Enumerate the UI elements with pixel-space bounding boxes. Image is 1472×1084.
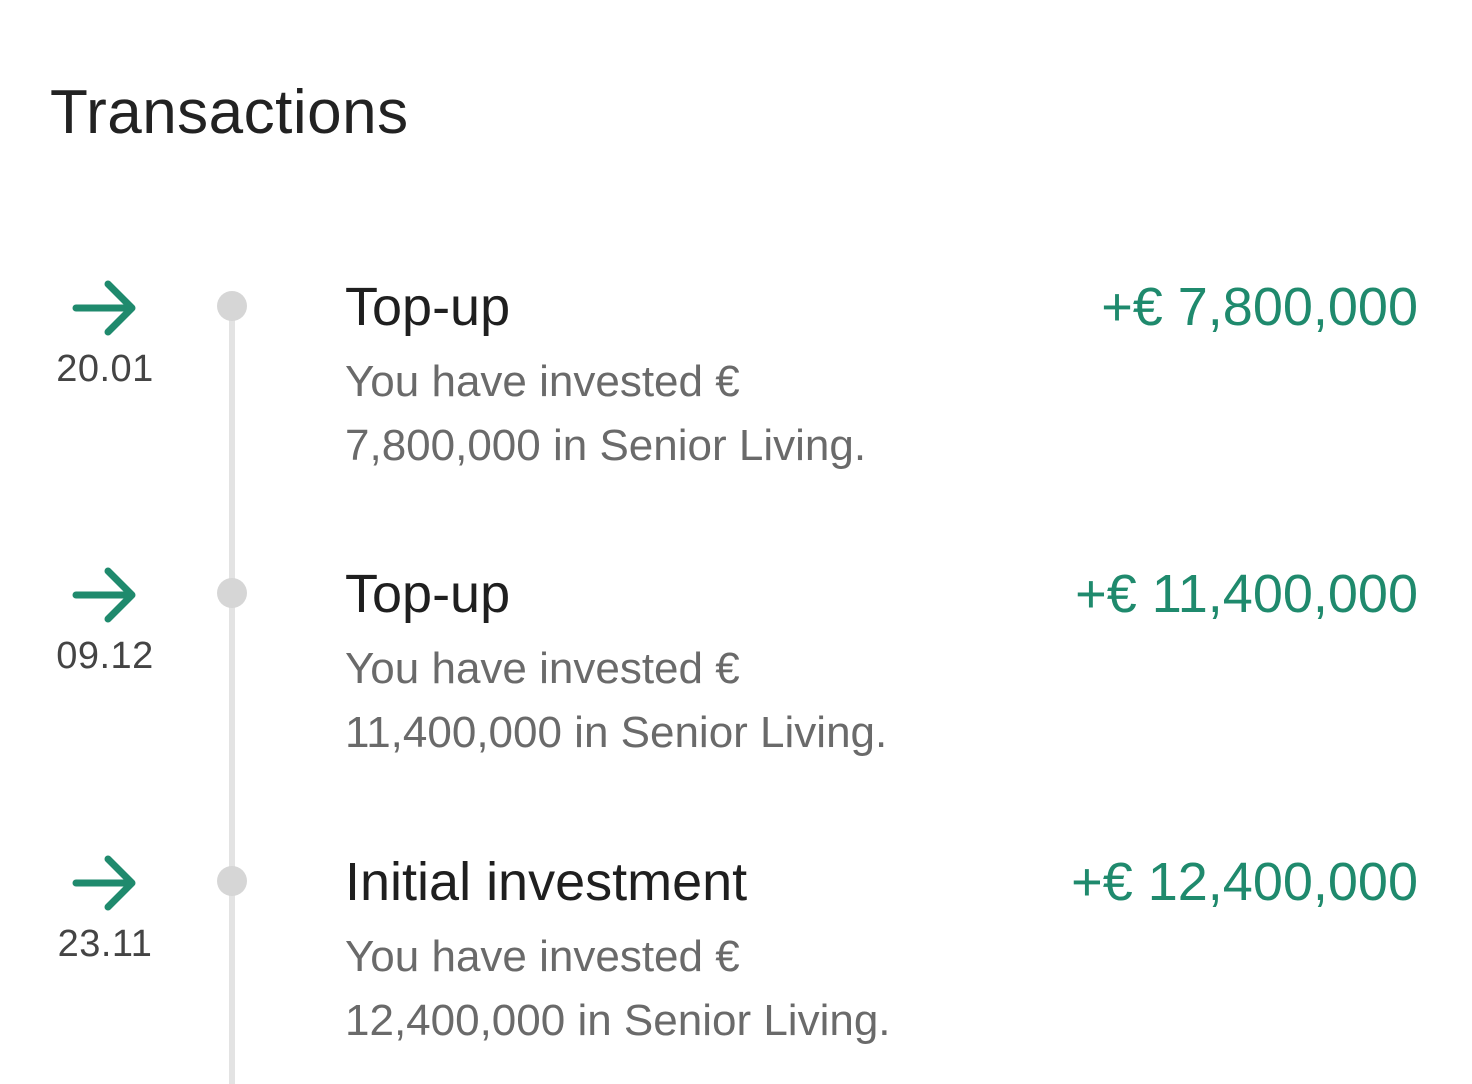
description-line-1: You have invested € <box>345 932 740 981</box>
transaction-name: Top-up <box>345 277 511 337</box>
timeline-dot <box>217 578 247 608</box>
description-line-2: 12,400,000 in Senior Living. <box>345 996 891 1045</box>
transaction-amount: +€ 11,400,000 <box>1075 564 1418 624</box>
transaction-date: 23.11 <box>57 923 153 965</box>
transaction-amount: +€ 12,400,000 <box>1071 852 1418 912</box>
transaction-name: Top-up <box>345 564 511 624</box>
transaction-item[interactable]: 23.11 Initial investment +€ 12,400,000 Y… <box>0 851 1472 1051</box>
timeline-dot <box>217 866 247 896</box>
transaction-date: 20.01 <box>56 348 154 390</box>
description-line-1: You have invested € <box>345 357 740 406</box>
transaction-description: You have invested € 11,400,000 in Senior… <box>345 637 1045 765</box>
arrow-right-icon <box>72 851 140 915</box>
transaction-description: You have invested € 12,400,000 in Senior… <box>345 925 1045 1053</box>
description-line-1: You have invested € <box>345 644 740 693</box>
description-line-2: 11,400,000 in Senior Living. <box>345 708 888 757</box>
transaction-amount: +€ 7,800,000 <box>1101 277 1418 337</box>
transaction-item[interactable]: 09.12 Top-up +€ 11,400,000 You have inve… <box>0 563 1472 763</box>
transaction-name: Initial investment <box>345 852 748 912</box>
description-line-2: 7,800,000 in Senior Living. <box>345 421 867 470</box>
timeline-dot <box>217 291 247 321</box>
arrow-right-icon <box>72 563 140 627</box>
transaction-item[interactable]: 20.01 Top-up +€ 7,800,000 You have inves… <box>0 276 1472 476</box>
page-title: Transactions <box>50 78 409 147</box>
transaction-description: You have invested € 7,800,000 in Senior … <box>345 350 1045 478</box>
transaction-date: 09.12 <box>56 635 154 677</box>
arrow-right-icon <box>72 276 140 340</box>
